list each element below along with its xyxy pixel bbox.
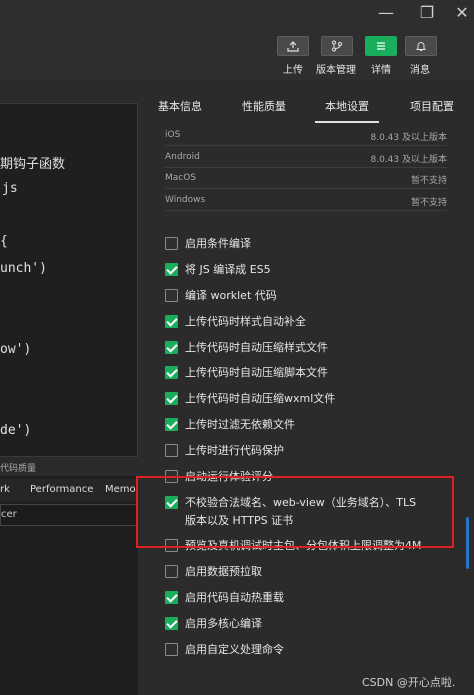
os-name: Android	[165, 152, 200, 162]
option-custom-commands[interactable]: 启用自定义处理命令	[165, 642, 455, 660]
tab-network[interactable]: rk	[0, 484, 10, 495]
code-line: de')	[0, 423, 32, 438]
code-editor[interactable]: 期钩子函数 js { unch') ow') de') 代码质量 rk Perf…	[0, 80, 138, 695]
option-label: 上传代码时自动压缩样式文件	[185, 341, 328, 354]
os-support: 暂不支持	[410, 176, 447, 186]
version-row: MacOS 暂不支持	[165, 168, 447, 189]
version-management-label: 版本管理	[316, 65, 356, 76]
option-code-protect[interactable]: 上传时进行代码保护	[165, 443, 455, 461]
checkbox[interactable]	[165, 315, 178, 328]
branch-icon	[332, 40, 342, 52]
option-label: 上传时过滤无依赖文件	[185, 418, 295, 431]
debug-panel-tabs: rk Performance Memor	[0, 479, 138, 501]
option-es6-to-es5[interactable]: 将 JS 编译成 ES5	[165, 262, 455, 280]
tab-performance-quality[interactable]: 性能质量	[242, 98, 286, 114]
checkbox[interactable]	[165, 617, 178, 630]
upload-button[interactable]	[277, 36, 309, 56]
option-label: 启用代码自动热重载	[185, 591, 284, 604]
os-support: 8.0.43 及以上版本	[370, 133, 448, 143]
os-support: 暂不支持	[410, 198, 447, 208]
details-panel: 基本信息 性能质量 本地设置 项目配置 iOS 8.0.43 及以上版本 And…	[139, 80, 474, 695]
checkbox[interactable]	[165, 289, 178, 302]
version-row: Windows 暂不支持	[165, 190, 447, 211]
menu-icon	[377, 42, 385, 50]
option-conditional-compile[interactable]: 启用条件编译	[165, 236, 455, 254]
upload-label: 上传	[283, 65, 303, 76]
option-minify-style[interactable]: 上传代码时自动压缩样式文件	[165, 340, 455, 358]
restore-button[interactable]: ❐	[417, 4, 437, 22]
code-line: js	[2, 181, 18, 196]
annotation-highlight-box	[136, 476, 454, 548]
tab-project-config[interactable]: 项目配置	[410, 98, 454, 114]
checkbox[interactable]	[165, 263, 178, 276]
watermark: CSDN @开心点啦.	[362, 676, 456, 689]
os-support: 8.0.43 及以上版本	[370, 155, 448, 165]
checkbox[interactable]	[165, 392, 178, 405]
option-label: 上传时进行代码保护	[185, 444, 284, 457]
option-style-autoprefix[interactable]: 上传代码时样式自动补全	[165, 314, 455, 332]
close-button[interactable]: ✕	[452, 4, 472, 22]
option-label: 启用条件编译	[185, 237, 251, 250]
option-label: 上传代码时自动压缩wxml文件	[185, 392, 336, 405]
option-label: 编译 worklet 代码	[185, 289, 277, 302]
option-label: 将 JS 编译成 ES5	[185, 263, 271, 276]
option-label: 启用数据预拉取	[185, 565, 262, 578]
messages-label: 消息	[410, 65, 430, 76]
debug-panel-body	[0, 528, 138, 695]
scrollbar-thumb[interactable]	[466, 517, 469, 569]
option-minify-wxml[interactable]: 上传代码时自动压缩wxml文件	[165, 391, 455, 409]
tab-local-settings[interactable]: 本地设置	[315, 98, 379, 123]
title-bar: — ❐ ✕ 上传 版本管理 详情 消息	[0, 0, 474, 80]
checkbox[interactable]	[165, 341, 178, 354]
option-label: 启用多核心编译	[185, 617, 262, 630]
option-label: 上传代码时样式自动补全	[185, 315, 306, 328]
option-minify-script[interactable]: 上传代码时自动压缩脚本文件	[165, 365, 455, 383]
version-row: iOS 8.0.43 及以上版本	[165, 125, 447, 146]
code-line: ow')	[0, 342, 32, 357]
tab-performance[interactable]: Performance	[30, 484, 93, 495]
option-label: 启用自定义处理命令	[185, 643, 284, 656]
checkbox[interactable]	[165, 418, 178, 431]
checkbox[interactable]	[165, 444, 178, 457]
code-line: {	[0, 234, 8, 249]
details-tabs: 基本信息 性能质量 本地设置 项目配置	[139, 80, 474, 124]
checkbox[interactable]	[165, 591, 178, 604]
checkbox[interactable]	[165, 237, 178, 250]
tab-memory[interactable]: Memor	[105, 484, 138, 495]
option-multi-core-compile[interactable]: 启用多核心编译	[165, 616, 455, 634]
os-name: MacOS	[165, 173, 197, 183]
version-management-button[interactable]	[321, 36, 353, 56]
os-name: Windows	[165, 195, 206, 205]
option-filter-unused-files[interactable]: 上传时过滤无依赖文件	[165, 417, 455, 435]
code-line: 期钩子函数	[0, 157, 66, 172]
details-button[interactable]	[365, 36, 397, 56]
minimize-button[interactable]: —	[376, 4, 396, 22]
option-hot-reload[interactable]: 启用代码自动热重载	[165, 590, 455, 608]
details-label: 详情	[371, 65, 391, 76]
upload-icon	[287, 40, 299, 52]
checkbox[interactable]	[165, 565, 178, 578]
option-label: 上传代码时自动压缩脚本文件	[185, 366, 328, 379]
os-name: iOS	[165, 130, 181, 140]
option-compile-worklet[interactable]: 编译 worklet 代码	[165, 288, 455, 306]
version-row: Android 8.0.43 及以上版本	[165, 147, 447, 168]
debug-panel-header: 代码质量	[0, 456, 138, 476]
checkbox[interactable]	[165, 643, 178, 656]
option-data-prefetch[interactable]: 启用数据预拉取	[165, 564, 455, 582]
filter-input[interactable]: cer	[0, 504, 138, 526]
editor-header	[0, 80, 138, 104]
messages-button[interactable]	[405, 36, 437, 56]
checkbox[interactable]	[165, 366, 178, 379]
bell-icon	[415, 42, 427, 51]
tab-basic-info[interactable]: 基本信息	[158, 98, 202, 114]
code-line: unch')	[0, 261, 47, 276]
